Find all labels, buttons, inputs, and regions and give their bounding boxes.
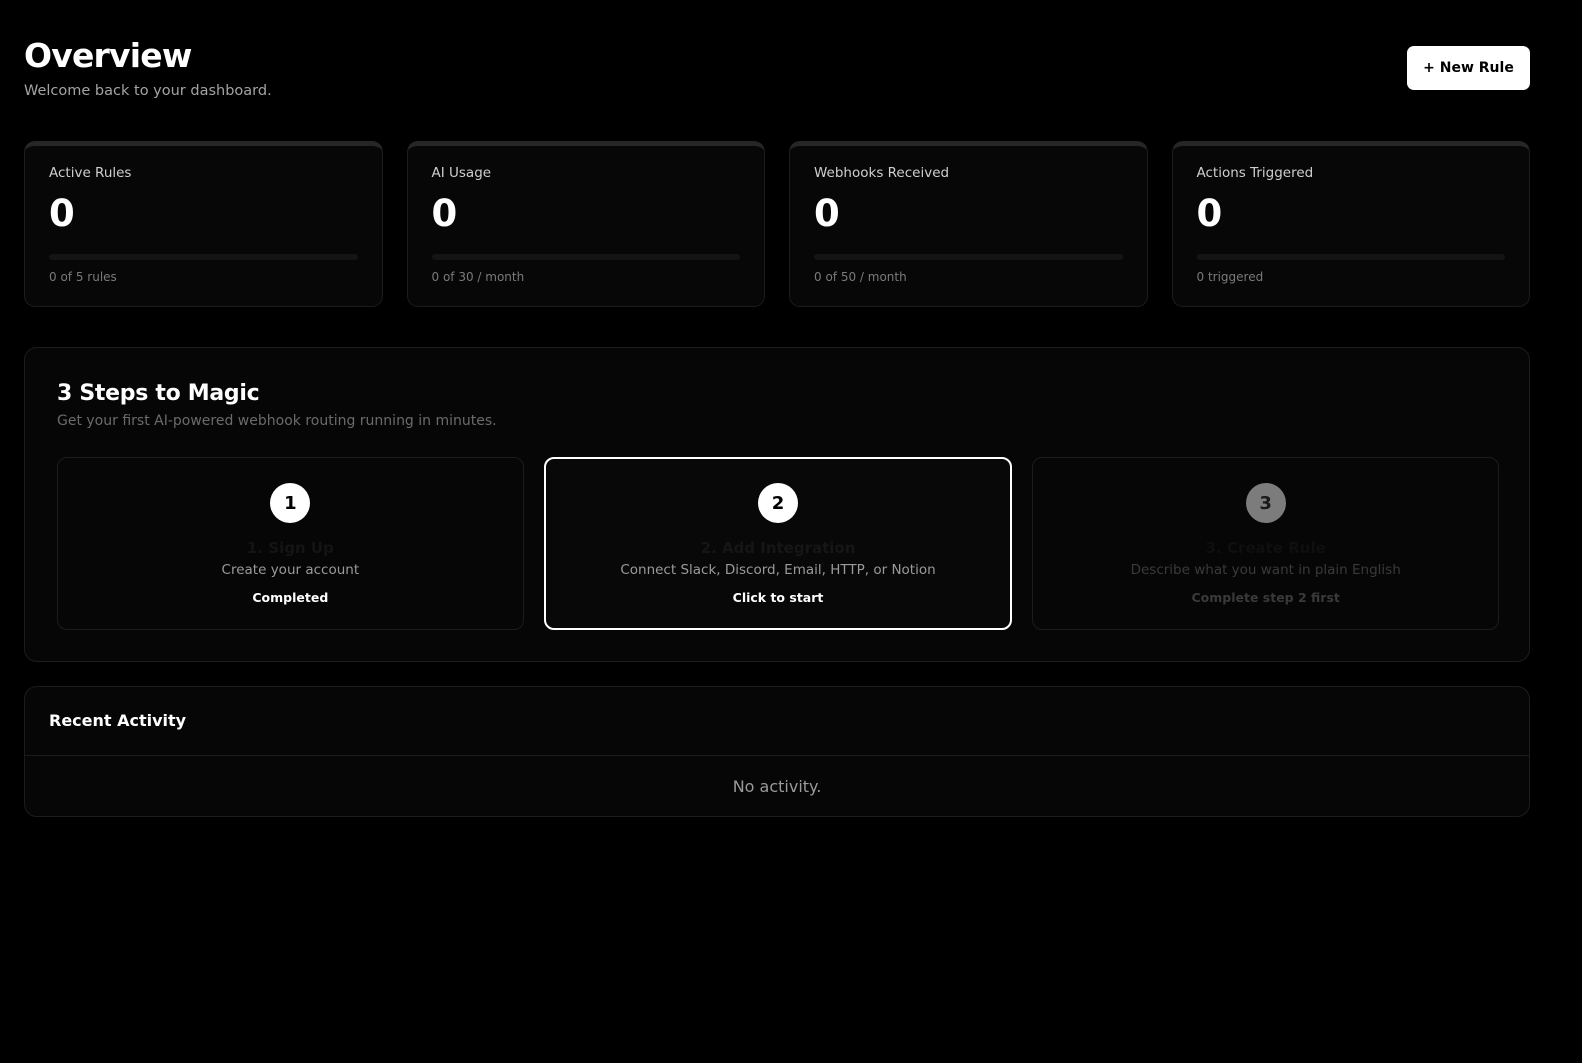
new-rule-button[interactable]: + New Rule <box>1407 46 1530 90</box>
step-title: 2. Add Integration <box>700 539 856 557</box>
step-title: 3. Create Rule <box>1205 539 1326 557</box>
step-status: Click to start <box>732 590 824 605</box>
stat-footer: 0 triggered <box>1196 270 1264 284</box>
recent-activity-panel: Recent Activity No activity. <box>24 686 1530 817</box>
step-card-sign-up[interactable]: 1 1. Sign Up Create your account Complet… <box>57 457 524 630</box>
stat-progress-bar <box>814 254 1123 260</box>
step-status: Complete step 2 first <box>1191 590 1340 605</box>
stat-footer: 0 of 30 / month <box>431 270 525 284</box>
stat-footer: 0 of 5 rules <box>49 270 117 284</box>
stat-value: 0 <box>431 192 458 235</box>
activity-title: Recent Activity <box>49 711 187 730</box>
step-number-badge: 1 <box>270 483 311 523</box>
steps-subtitle: Get your first AI-powered webhook routin… <box>57 413 497 429</box>
step-title: 1. Sign Up <box>246 539 334 557</box>
step-description: Describe what you want in plain English <box>1130 562 1401 578</box>
stat-progress-bar <box>49 254 358 260</box>
stat-progress-bar <box>1196 254 1505 260</box>
stat-value: 0 <box>1196 192 1223 235</box>
stat-card-ai-usage: AI Usage 0 0 of 30 / month <box>406 141 765 307</box>
stat-label: Actions Triggered <box>1196 165 1314 181</box>
page-subtitle: Welcome back to your dashboard. <box>24 83 272 99</box>
steps-title: 3 Steps to Magic <box>57 381 260 406</box>
stat-label: Webhooks Received <box>814 165 950 181</box>
stat-value: 0 <box>814 192 840 235</box>
step-card-add-integration[interactable]: 2 2. Add Integration Connect Slack, Disc… <box>543 457 1013 630</box>
stat-card-webhooks-received: Webhooks Received 0 0 of 50 / month <box>789 141 1148 307</box>
stat-label: AI Usage <box>431 165 492 181</box>
step-number-badge: 2 <box>758 483 798 523</box>
page-header: Overview Welcome back to your dashboard.… <box>24 38 1530 108</box>
stat-card-active-rules: Active Rules 0 0 of 5 rules <box>24 141 383 307</box>
stat-progress-bar <box>431 254 740 260</box>
onboarding-steps-panel: 3 Steps to Magic Get your first AI-power… <box>24 347 1530 662</box>
step-row: 1 1. Sign Up Create your account Complet… <box>57 457 1500 630</box>
step-description: Create your account <box>221 562 360 578</box>
activity-empty-state: No activity. <box>732 777 822 796</box>
stat-card-actions-triggered: Actions Triggered 0 0 triggered <box>1171 141 1530 307</box>
stat-footer: 0 of 50 / month <box>814 270 907 284</box>
step-card-create-rule[interactable]: 3 3. Create Rule Describe what you want … <box>1032 457 1500 630</box>
step-status: Completed <box>252 590 329 605</box>
step-description: Connect Slack, Discord, Email, HTTP, or … <box>620 562 936 578</box>
stat-value: 0 <box>49 192 75 235</box>
step-number-badge: 3 <box>1245 483 1286 523</box>
page-title: Overview <box>24 36 192 75</box>
activity-header: Recent Activity <box>25 687 1529 756</box>
stat-label: Active Rules <box>49 165 132 181</box>
stats-row: Active Rules 0 0 of 5 rules AI Usage 0 0… <box>24 141 1530 307</box>
